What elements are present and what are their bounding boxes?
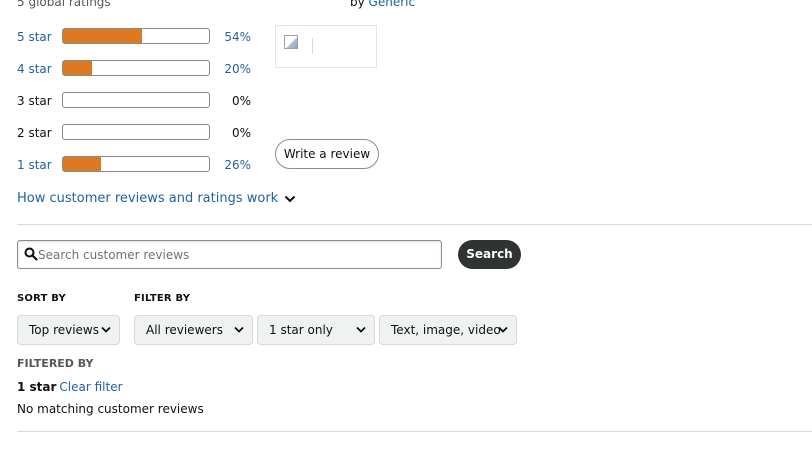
histogram-row-4-star[interactable]: 4 star 20% <box>17 59 277 79</box>
histogram-bar <box>62 92 210 108</box>
how-reviews-work-label[interactable]: How customer reviews and ratings work <box>17 191 278 206</box>
how-reviews-work-link[interactable]: How customer reviews and ratings work <box>17 190 296 208</box>
search-field[interactable] <box>17 240 442 269</box>
byline-prefix: by <box>350 0 369 9</box>
histogram-percent[interactable]: 20% <box>207 61 251 77</box>
active-filter-value: 1 star <box>17 380 57 394</box>
histogram-bar-fill <box>63 29 142 43</box>
reviewer-filter-dropdown[interactable]: All reviewers <box>134 315 253 345</box>
brand-link[interactable]: Generic <box>369 0 416 9</box>
histogram-bar[interactable] <box>62 28 210 44</box>
clear-filter-link[interactable]: Clear filter <box>59 380 122 394</box>
sort-dropdown[interactable]: Top reviews <box>17 315 120 345</box>
search-reviews-input[interactable] <box>38 241 433 268</box>
histogram-label[interactable]: 4 star <box>17 61 52 77</box>
filter-by-label: FILTER BY <box>134 293 191 304</box>
product-thumbnail[interactable] <box>275 25 377 68</box>
global-ratings-count: 5 global ratings <box>17 0 111 9</box>
sort-by-label: SORT BY <box>17 293 66 304</box>
histogram-label: 3 star <box>17 94 52 108</box>
histogram-bar[interactable] <box>62 60 210 76</box>
active-filter-row: 1 star Clear filter <box>17 379 123 395</box>
reviewer-filter-value: All reviewers <box>146 323 223 337</box>
histogram-bar[interactable] <box>62 156 210 172</box>
broken-image-icon <box>284 35 298 49</box>
format-filter-dropdown[interactable]: Text, image, video <box>379 315 517 345</box>
thumbnail-divider <box>312 38 313 54</box>
filtered-by-label: FILTERED BY <box>17 357 94 370</box>
histogram-row-1-star[interactable]: 1 star 26% <box>17 155 277 175</box>
no-matching-reviews-message: No matching customer reviews <box>17 402 204 416</box>
histogram-label: 2 star <box>17 126 52 140</box>
write-review-button[interactable]: Write a review <box>275 139 379 169</box>
sort-dropdown-value: Top reviews <box>29 323 100 337</box>
histogram-percent: 0% <box>231 126 251 140</box>
section-divider <box>17 224 812 225</box>
chevron-down-icon <box>101 326 111 333</box>
chevron-down-icon <box>498 326 508 333</box>
chevron-down-icon <box>285 195 296 202</box>
star-filter-value: 1 star only <box>269 323 333 337</box>
histogram-bar-fill <box>63 157 101 171</box>
star-filter-dropdown[interactable]: 1 star only <box>257 315 375 345</box>
format-filter-value: Text, image, video <box>391 323 501 337</box>
histogram-row-2-star: 2 star 0% <box>17 123 277 143</box>
histogram-bar <box>62 124 210 140</box>
histogram-label[interactable]: 1 star <box>17 157 52 173</box>
search-button[interactable]: Search <box>458 240 521 269</box>
histogram-percent: 0% <box>231 94 251 108</box>
byline: by Generic <box>350 0 415 10</box>
chevron-down-icon <box>234 326 244 333</box>
histogram-row-3-star: 3 star 0% <box>17 91 277 111</box>
search-icon <box>24 247 38 261</box>
chevron-down-icon <box>356 326 366 333</box>
section-divider <box>17 431 812 432</box>
histogram-percent[interactable]: 54% <box>207 29 251 45</box>
histogram-percent[interactable]: 26% <box>207 157 251 173</box>
histogram-label[interactable]: 5 star <box>17 29 52 45</box>
histogram-row-5-star[interactable]: 5 star 54% <box>17 27 277 47</box>
histogram-bar-fill <box>63 61 93 75</box>
